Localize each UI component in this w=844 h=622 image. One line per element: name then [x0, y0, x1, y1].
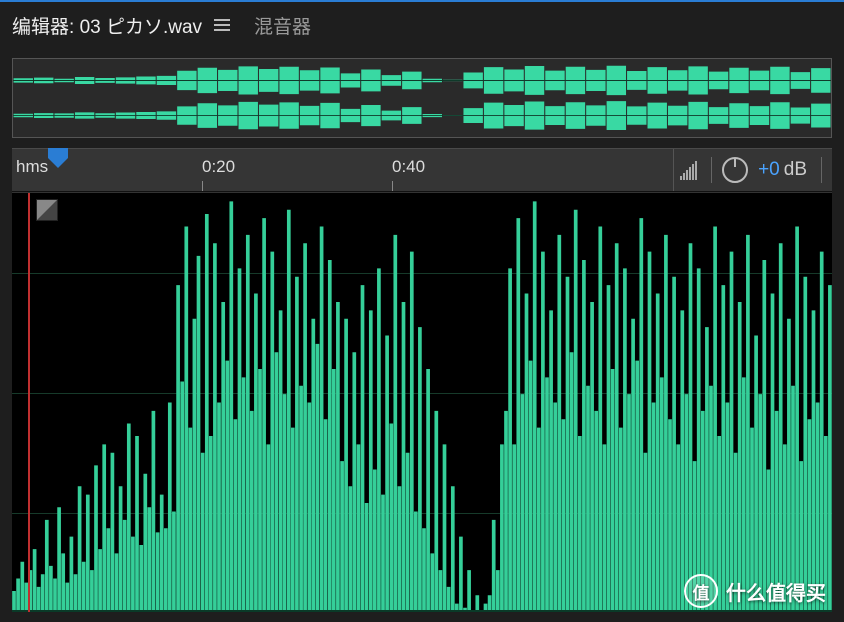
ruler-tick-label: 0:40 — [392, 157, 425, 177]
overview-waveform-svg — [13, 59, 831, 137]
ruler-tick — [202, 181, 203, 191]
timeline-ruler-row: hms 0:20 0:40 +0dB — [12, 148, 832, 192]
volume-readout[interactable]: +0dB — [758, 159, 807, 181]
volume-knob[interactable] — [722, 157, 748, 183]
divider — [821, 157, 822, 183]
ruler-right-controls: +0dB — [673, 149, 832, 191]
volume-value: +0 — [758, 159, 780, 180]
ruler-tick-label: 0:20 — [202, 157, 235, 177]
level-meter-icon[interactable] — [680, 160, 697, 180]
watermark: 值 什么值得买 — [684, 574, 826, 608]
playhead-line — [28, 193, 30, 612]
waveform-main[interactable] — [12, 192, 832, 612]
ruler-unit-label: hms — [16, 157, 48, 177]
waveform-overview[interactable] — [12, 58, 832, 138]
panel-tabs: 编辑器: 03 ピカソ.wav 混音器 — [0, 2, 844, 48]
tab-editor-label: 编辑器: 03 ピカソ.wav — [12, 12, 202, 39]
tab-mixer[interactable]: 混音器 — [254, 12, 311, 39]
tab-mixer-label: 混音器 — [254, 12, 311, 39]
main-waveform-svg — [12, 193, 832, 612]
volume-unit: dB — [784, 159, 807, 180]
playhead-marker[interactable] — [46, 146, 70, 170]
ruler-tick — [392, 181, 393, 191]
channel-indicator[interactable] — [36, 199, 58, 221]
tab-editor[interactable]: 编辑器: 03 ピカソ.wav — [12, 12, 230, 39]
timeline-ruler[interactable]: hms 0:20 0:40 — [12, 149, 673, 191]
divider — [711, 157, 712, 183]
watermark-badge-icon: 值 — [684, 574, 718, 608]
watermark-text: 什么值得买 — [726, 577, 826, 606]
menu-icon[interactable] — [214, 19, 230, 31]
